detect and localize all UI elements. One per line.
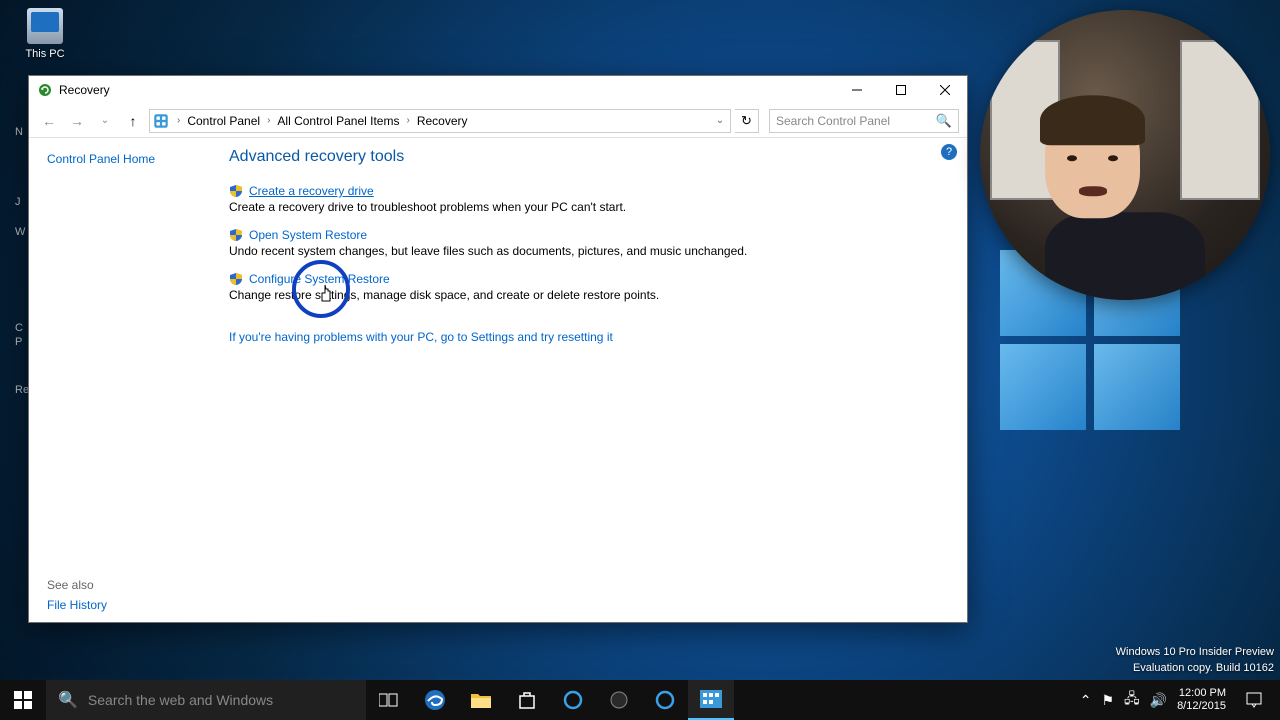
breadcrumb[interactable]: › Control Panel › All Control Panel Item… <box>149 109 731 133</box>
folder-icon <box>470 691 492 709</box>
webcam-overlay <box>980 10 1270 300</box>
tool-item-open-system-restore: Open System Restore Undo recent system c… <box>229 228 947 258</box>
tool-description: Undo recent system changes, but leave fi… <box>229 244 947 258</box>
recovery-icon <box>37 82 53 98</box>
taskbar-app-cortana[interactable] <box>550 680 596 720</box>
clock-date: 8/12/2015 <box>1177 700 1226 713</box>
tray-volume-icon[interactable]: 🔊 <box>1150 692 1167 709</box>
taskbar-clock[interactable]: 12:00 PM 8/12/2015 <box>1177 687 1226 713</box>
taskbar-app-edge[interactable] <box>412 680 458 720</box>
maximize-button[interactable] <box>879 76 923 104</box>
window-controls <box>835 76 967 104</box>
clock-time: 12:00 PM <box>1177 687 1226 700</box>
desktop-icon-this-pc[interactable]: This PC <box>15 8 75 60</box>
see-also-heading: See also <box>47 578 107 592</box>
circle-icon <box>609 690 629 710</box>
taskbar-app-generic-2[interactable] <box>642 680 688 720</box>
link-open-system-restore[interactable]: Open System Restore <box>249 228 367 242</box>
desktop-icon-label: This PC <box>15 48 75 60</box>
tool-description: Create a recovery drive to troubleshoot … <box>229 200 947 214</box>
window-title: Recovery <box>59 83 835 97</box>
watermark-line2: Evaluation copy. Build 10162 <box>1116 661 1274 676</box>
maximize-icon <box>896 85 906 95</box>
search-icon: 🔍 <box>936 113 952 129</box>
tool-item-create-recovery-drive: Create a recovery drive Create a recover… <box>229 184 947 214</box>
edge-icon <box>424 689 446 711</box>
breadcrumb-item[interactable]: Recovery <box>413 110 472 132</box>
this-pc-icon <box>27 8 63 44</box>
taskbar-search-input[interactable]: 🔍 Search the web and Windows <box>46 680 366 720</box>
breadcrumb-item[interactable]: All Control Panel Items <box>273 110 403 132</box>
action-center-button[interactable] <box>1236 680 1272 720</box>
watermark-line1: Windows 10 Pro Insider Preview <box>1116 645 1274 660</box>
help-button[interactable]: ? <box>941 144 957 160</box>
uac-shield-icon <box>229 184 243 198</box>
up-button[interactable]: ↑ <box>121 109 145 133</box>
uac-shield-icon <box>229 272 243 286</box>
control-panel-icon <box>152 112 170 130</box>
notification-icon <box>1245 691 1263 709</box>
control-panel-window: Recovery ← → ⌄ ↑ › <box>28 75 968 623</box>
uac-shield-icon <box>229 228 243 242</box>
content-heading: Advanced recovery tools <box>229 148 947 166</box>
tool-item-configure-system-restore: Configure System Restore Change restore … <box>229 272 947 302</box>
store-icon <box>517 690 537 710</box>
sidebar-link-home[interactable]: Control Panel Home <box>47 152 191 166</box>
nav-toolbar: ← → ⌄ ↑ › Control Panel › All Control Pa… <box>29 104 967 138</box>
close-button[interactable] <box>923 76 967 104</box>
windows-watermark: Windows 10 Pro Insider Preview Evaluatio… <box>1116 645 1274 676</box>
task-view-icon <box>379 692 399 708</box>
taskbar-app-store[interactable] <box>504 680 550 720</box>
breadcrumb-item[interactable]: Control Panel <box>183 110 264 132</box>
start-button[interactable] <box>0 680 46 720</box>
link-create-recovery-drive[interactable]: Create a recovery drive <box>249 184 374 198</box>
refresh-button[interactable]: ↻ <box>735 109 759 133</box>
breadcrumb-dropdown[interactable]: ⌄ <box>712 115 728 126</box>
chevron-right-icon[interactable]: › <box>174 115 183 126</box>
control-panel-icon <box>700 690 722 708</box>
windows-logo-icon <box>14 691 32 709</box>
minimize-button[interactable] <box>835 76 879 104</box>
back-button[interactable]: ← <box>37 109 61 133</box>
window-body: ? Control Panel Home See also File Histo… <box>29 138 967 622</box>
search-input[interactable]: Search Control Panel 🔍 <box>769 109 959 133</box>
cortana-icon <box>563 690 583 710</box>
search-icon: 🔍 <box>58 690 78 710</box>
sidebar: Control Panel Home See also File History <box>29 138 209 622</box>
tray-network-icon[interactable]: 🖧 <box>1124 688 1140 712</box>
recent-locations-button[interactable]: ⌄ <box>93 109 117 133</box>
taskbar-app-generic-1[interactable] <box>596 680 642 720</box>
taskbar-search-placeholder: Search the web and Windows <box>88 692 273 708</box>
desktop: This PC N J W C P Rec Recovery <box>0 0 1280 720</box>
chevron-right-icon[interactable]: › <box>403 115 412 126</box>
taskbar: 🔍 Search the web and Windows <box>0 680 1280 720</box>
taskbar-app-control-panel[interactable] <box>688 680 734 720</box>
tool-description: Change restore settings, manage disk spa… <box>229 288 947 302</box>
titlebar[interactable]: Recovery <box>29 76 967 104</box>
taskbar-app-file-explorer[interactable] <box>458 680 504 720</box>
sidebar-link-file-history[interactable]: File History <box>47 598 107 612</box>
search-placeholder: Search Control Panel <box>776 114 890 128</box>
system-tray: ⌃ ⚑ 🖧 🔊 12:00 PM 8/12/2015 <box>1080 680 1280 720</box>
task-view-button[interactable] <box>366 680 412 720</box>
link-troubleshoot-reset[interactable]: If you're having problems with your PC, … <box>229 330 613 344</box>
sidebar-see-also: See also File History <box>47 578 107 612</box>
close-icon <box>940 85 950 95</box>
tray-security-icon[interactable]: ⚑ <box>1101 692 1114 709</box>
taskbar-pinned-apps <box>366 680 734 720</box>
tray-show-hidden-icon[interactable]: ⌃ <box>1080 692 1092 709</box>
circle-icon <box>655 690 675 710</box>
minimize-icon <box>852 85 862 95</box>
link-configure-system-restore[interactable]: Configure System Restore <box>249 272 390 286</box>
content-pane: Advanced recovery tools Create a recover… <box>209 138 967 622</box>
chevron-right-icon[interactable]: › <box>264 115 273 126</box>
forward-button[interactable]: → <box>65 109 89 133</box>
